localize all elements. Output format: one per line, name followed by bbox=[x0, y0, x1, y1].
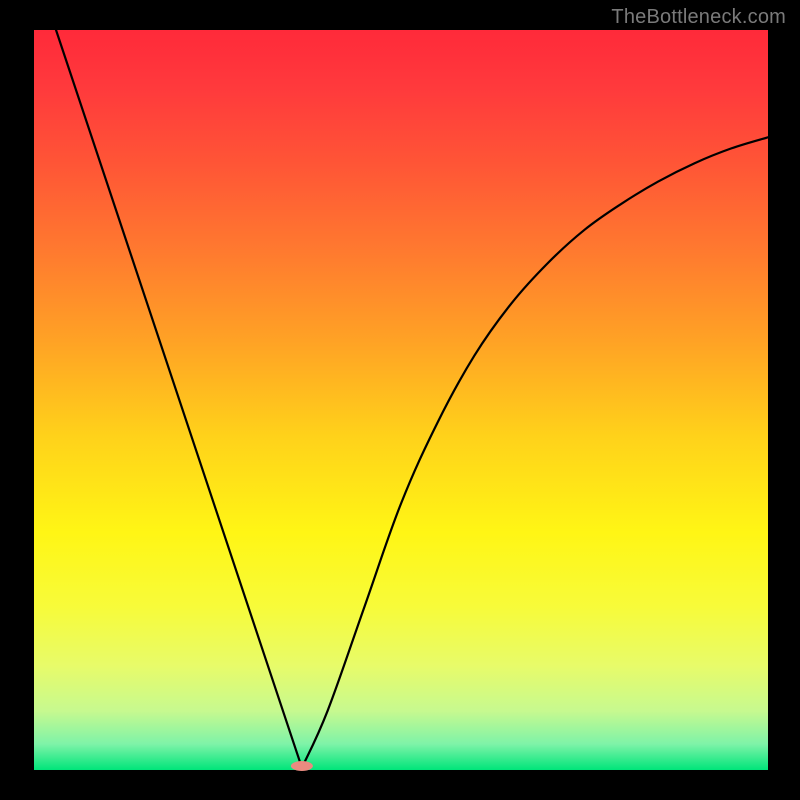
watermark-text: TheBottleneck.com bbox=[611, 6, 786, 29]
plot-background bbox=[34, 30, 768, 770]
chart-frame: TheBottleneck.com bbox=[0, 0, 800, 800]
chart-svg bbox=[0, 0, 800, 800]
min-marker bbox=[291, 761, 313, 771]
